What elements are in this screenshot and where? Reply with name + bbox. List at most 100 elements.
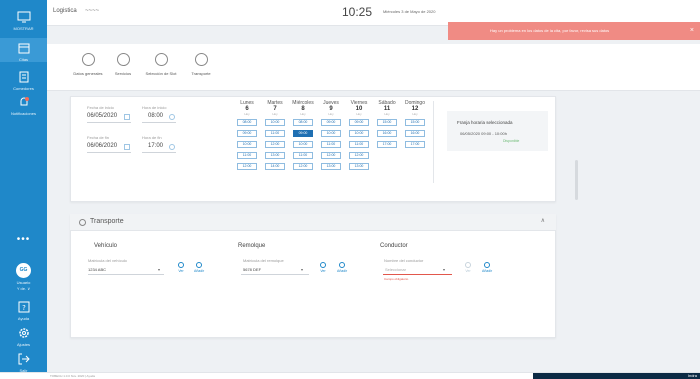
step-label: Servicios [114,71,132,76]
time-slot-button[interactable]: 12:00 [321,152,341,159]
transport-icon [194,53,208,66]
anadir-label: Añadir [482,269,493,273]
time-slot-button[interactable]: 12:00 [237,163,257,170]
chevron-up-icon[interactable]: ∧ [541,217,545,224]
time-slot-button[interactable]: 08:00 [237,119,257,126]
time-slot-button[interactable]: 08:00 [293,119,313,126]
time-slot-button[interactable]: 12:00 [265,141,285,148]
day-sub: Hoy [300,112,306,116]
time-slot-button[interactable]: 09:00 [321,119,341,126]
error-alert: Hay un problema en los datos de la cita,… [448,22,700,40]
day-column: Domingo 12 Hoy 15:00 16:00 17:00 [401,100,429,152]
user-info[interactable]: Usuario Y de. ∨ [0,280,47,292]
time-slot-button[interactable]: 13:00 [349,163,369,170]
step-label: Transporte [191,71,211,76]
time-slot-button[interactable]: 13:00 [265,152,285,159]
time-slot-button[interactable]: 16:00 [405,130,425,137]
calendar-icon[interactable] [124,114,130,120]
chevron-down-icon[interactable]: ▾ [158,267,160,272]
sidebar-item-ajustes[interactable]: Ajustes [0,326,47,347]
selected-slot-detail: 06/05/2020 09:00 - 10:00h [460,131,507,136]
remolque-ver-button[interactable]: Ver [320,262,326,273]
clock-icon[interactable] [169,144,175,150]
end-date-input[interactable]: 06/06/2020 [87,143,117,149]
sidebar-item-mostrar[interactable]: MOSTRAR [0,10,47,31]
close-icon[interactable]: × [690,22,694,40]
more-icon[interactable]: ••• [0,234,47,245]
time-slot-button[interactable]: 10:00 [321,130,341,137]
truck-icon [79,219,86,226]
avatar[interactable]: GG [16,263,31,278]
time-slot-button[interactable]: 10:00 [265,119,285,126]
time-slot-button[interactable]: 11:00 [321,141,341,148]
time-slot-button[interactable]: 17:00 [377,141,397,148]
time-slot-button[interactable]: 11:00 [265,130,285,137]
end-time-label: Hora de fin [142,135,162,140]
footer-brand-text: Indra [687,373,697,378]
step-datos-generales[interactable]: Datos generales [68,53,108,76]
remolque-underline [241,274,309,275]
calendar-divider [433,101,434,183]
end-time-input[interactable]: 17:00 [148,143,163,149]
sidebar-item-citas[interactable]: Citas [0,38,47,62]
remolque-title: Remolque [238,243,266,249]
step-seleccion-slot[interactable]: Selección de Slot [141,53,181,76]
remolque-anadir-button[interactable]: Añadir [337,262,347,273]
sidebar-item-label: Ayuda [17,316,30,321]
time-slot-button[interactable]: 12:00 [293,163,313,170]
step-servicios[interactable]: Servicios [103,53,143,76]
day-sub: Hoy [356,112,362,116]
time-slot-button[interactable]: 15:00 [377,119,397,126]
clock: 10:25 [342,5,373,19]
document-icon [81,53,95,66]
vehiculo-select[interactable]: 1234 ABC [88,267,106,272]
time-slot-button[interactable]: 14:00 [265,163,285,170]
time-slot-button[interactable]: 09:00 [237,130,257,137]
eye-icon [178,262,184,268]
chevron-down-icon[interactable]: ▾ [301,267,303,272]
time-slot-button[interactable]: 09:00 [293,130,313,137]
conductor-ver-button[interactable]: Ver [465,262,471,273]
clock-icon[interactable] [169,114,175,120]
chevron-down-icon[interactable]: ▾ [443,267,445,272]
vehiculo-field-label: Matrícula del vehículo [88,258,127,263]
sidebar-item-ayuda[interactable]: ? Ayuda [0,300,47,321]
day-column: Lunes 6 Hoy 08:00 09:00 10:00 11:00 12:00 [233,100,261,174]
time-slot-button[interactable]: 16:00 [377,130,397,137]
start-time-input[interactable]: 08:00 [148,113,163,119]
slot-icon [154,53,168,66]
end-date-label: Fecha de fin [87,135,110,140]
time-slot-button[interactable]: 11:00 [293,152,313,159]
time-slot-button[interactable]: 10:00 [293,141,313,148]
conductor-title: Conductor [380,243,408,249]
monitor-icon [17,11,30,23]
sidebar-item-salir[interactable]: Salir [0,352,47,373]
conductor-anadir-button[interactable]: Añadir [482,262,492,273]
start-date-input[interactable]: 06/05/2020 [87,113,117,119]
conductor-select[interactable]: Seleccionar [385,267,406,272]
time-slot-button[interactable]: 10:00 [237,141,257,148]
time-slot-button[interactable]: 13:00 [321,163,341,170]
time-slot-button[interactable]: 17:00 [405,141,425,148]
sidebar-item-notificaciones[interactable]: Notificaciones [0,95,47,116]
step-transporte[interactable]: Transporte [181,53,221,76]
day-sub: Hoy [384,112,390,116]
transport-header[interactable]: Transporte ∧ [70,214,556,231]
scrollbar[interactable] [575,160,578,200]
time-slot-button[interactable]: 11:00 [237,152,257,159]
time-slot-button[interactable]: 11:00 [349,141,369,148]
time-slot-button[interactable]: 15:00 [405,119,425,126]
time-slot-button[interactable]: 09:00 [349,119,369,126]
vehiculo-ver-button[interactable]: Ver [178,262,184,273]
calendar-icon[interactable] [124,144,130,150]
sidebar-item-label: MOSTRAR [13,26,34,31]
day-column: Sábado 11 Hoy 15:00 16:00 17:00 [373,100,401,152]
time-slot-button[interactable]: 10:00 [349,130,369,137]
section-title: Transporte [90,218,124,225]
vehiculo-anadir-button[interactable]: Añadir [194,262,204,273]
remolque-field-label: Matrícula del remolque [243,258,284,263]
calendar-icon [18,43,29,54]
time-slot-button[interactable]: 12:00 [349,152,369,159]
sidebar-item-comedores[interactable]: Comedores [0,70,47,91]
remolque-select[interactable]: 5678 DEF [243,267,261,272]
